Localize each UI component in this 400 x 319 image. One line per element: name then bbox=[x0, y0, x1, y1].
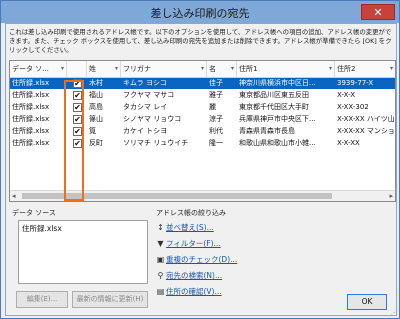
cell-furigana: シノヤマ リョウコ bbox=[123, 115, 182, 123]
cell-address2: X-XX-XX マンション長島 bbox=[337, 127, 395, 135]
cell-sei: 木村 bbox=[89, 79, 103, 87]
dropdown-arrow-icon: ▾ bbox=[60, 65, 64, 72]
duplicate-check-icon: ▣ bbox=[156, 255, 165, 264]
column-header-data-source[interactable]: データ ソ... ▾ bbox=[10, 61, 67, 77]
cell-source: 住所録.xlsx bbox=[12, 103, 50, 111]
cell-furigana: キムラ ヨシコ bbox=[123, 79, 167, 87]
sort-link[interactable]: 並べ替え(S)... bbox=[166, 222, 214, 233]
sort-icon: ↕ bbox=[157, 223, 164, 232]
column-header-checkbox[interactable]: ✔ bbox=[67, 61, 87, 77]
cell-mei: 涼子 bbox=[209, 115, 223, 123]
table-header: データ ソ...▾ ✔ 姓▾ フリガナ▾ 名▾ 住所1▾ 住所2▾ bbox=[10, 61, 395, 78]
cell-address1: 兵庫県神戸市中央区下... bbox=[239, 115, 316, 123]
cell-sei: 福山 bbox=[89, 91, 103, 99]
column-header-furigana[interactable]: フリガナ ▾ bbox=[121, 61, 207, 77]
data-source-list[interactable]: 住所録.xlsx bbox=[18, 220, 148, 284]
cell-address1: 和歌山県和歌山市小雑... bbox=[239, 139, 316, 147]
data-source-label: データ ソース bbox=[12, 209, 56, 217]
description-text: これは差し込み印刷で使用されるアドレス帳です。以下のオプションを使用して、アドレ… bbox=[9, 28, 392, 54]
cell-sei: 筧 bbox=[89, 127, 96, 135]
cell-address2: 3939-77-X bbox=[337, 79, 374, 87]
cell-source: 住所録.xlsx bbox=[12, 139, 50, 147]
ok-button[interactable]: OK bbox=[347, 294, 387, 310]
edit-button[interactable]: 編集(E)... bbox=[16, 291, 68, 308]
dropdown-arrow-icon: ▾ bbox=[328, 65, 332, 72]
refine-label: アドレス帳の絞り込み bbox=[156, 209, 226, 217]
filter-link[interactable]: フィルター(F)... bbox=[166, 238, 221, 249]
cell-address1: 青森県青森市長島 bbox=[239, 127, 295, 135]
dialog-window: 差し込み印刷の宛先 ✕ これは差し込み印刷で使用されるアドレス帳です。以下のオプ… bbox=[0, 0, 400, 319]
cell-address1: 東京都千代田区大手町 bbox=[239, 103, 309, 111]
dialog-title: 差し込み印刷の宛先 bbox=[150, 7, 250, 20]
column-header-sei[interactable]: 姓 ▾ bbox=[87, 61, 121, 77]
dropdown-arrow-icon: ▾ bbox=[230, 65, 234, 72]
cell-mei: 麗 bbox=[209, 103, 216, 111]
cell-address1: 東京都品川区東五反田 bbox=[239, 91, 309, 99]
cell-address1: 神奈川県横浜市中区日... bbox=[239, 79, 316, 87]
cell-source: 住所録.xlsx bbox=[12, 127, 50, 135]
column-header-address2[interactable]: 住所2 ▾ bbox=[335, 61, 395, 77]
validate-address-icon: ▤ bbox=[156, 287, 165, 296]
resize-grip-icon[interactable]: ⋰ bbox=[390, 308, 398, 317]
dialog-body: これは差し込み印刷で使用されるアドレス帳です。以下のオプションを使用して、アドレ… bbox=[5, 23, 397, 316]
filter-icon: ▼ bbox=[157, 239, 164, 248]
cell-mei: 雅子 bbox=[209, 91, 223, 99]
search-icon: ⚲ bbox=[157, 271, 164, 280]
cell-mei: 佳子 bbox=[209, 79, 223, 87]
title-bar[interactable]: 差し込み印刷の宛先 ✕ bbox=[1, 1, 399, 23]
refresh-button[interactable]: 最新の情報に更新(H) bbox=[72, 291, 148, 308]
scroll-right-icon[interactable]: ▸ bbox=[389, 191, 393, 201]
cell-source: 住所録.xlsx bbox=[12, 79, 50, 87]
cell-mei: 利代 bbox=[209, 127, 223, 135]
find-recipient-link[interactable]: 宛先の検索(N)... bbox=[166, 270, 222, 281]
cell-furigana: ソリマチ リュウイチ bbox=[123, 139, 189, 147]
cell-source: 住所録.xlsx bbox=[12, 115, 50, 123]
column-header-mei[interactable]: 名 ▾ bbox=[207, 61, 237, 77]
dropdown-arrow-icon: ▾ bbox=[114, 65, 118, 72]
checkbox-column-highlight bbox=[64, 80, 84, 201]
dropdown-arrow-icon: ▾ bbox=[389, 65, 393, 72]
cell-address2: X-XX-302 bbox=[337, 103, 369, 111]
column-header-address1[interactable]: 住所1 ▾ bbox=[237, 61, 335, 77]
scroll-left-icon[interactable]: ◂ bbox=[12, 191, 16, 201]
close-button[interactable]: ✕ bbox=[361, 4, 395, 20]
cell-furigana: カケイ トシヨ bbox=[123, 127, 168, 135]
cell-address2: X-X-X bbox=[337, 91, 356, 99]
cell-furigana: タカシマ レイ bbox=[123, 103, 168, 111]
cell-address2: X-X-XX bbox=[337, 139, 360, 147]
data-source-item[interactable]: 住所録.xlsx bbox=[22, 223, 62, 234]
cell-sei: 反町 bbox=[89, 139, 103, 147]
cell-sei: 篠山 bbox=[89, 115, 103, 123]
validate-address-link[interactable]: 住所の確認(V)... bbox=[166, 286, 222, 297]
dropdown-arrow-icon: ▾ bbox=[200, 65, 204, 72]
cell-address2: X-XX-XX ハイツ山田103 bbox=[337, 115, 395, 123]
cell-mei: 隆一 bbox=[209, 139, 223, 147]
cell-furigana: フクヤマ マサコ bbox=[123, 91, 175, 99]
cell-source: 住所録.xlsx bbox=[12, 91, 50, 99]
duplicate-check-link[interactable]: 重複のチェック(D)... bbox=[166, 254, 237, 265]
cell-sei: 高島 bbox=[89, 103, 103, 111]
